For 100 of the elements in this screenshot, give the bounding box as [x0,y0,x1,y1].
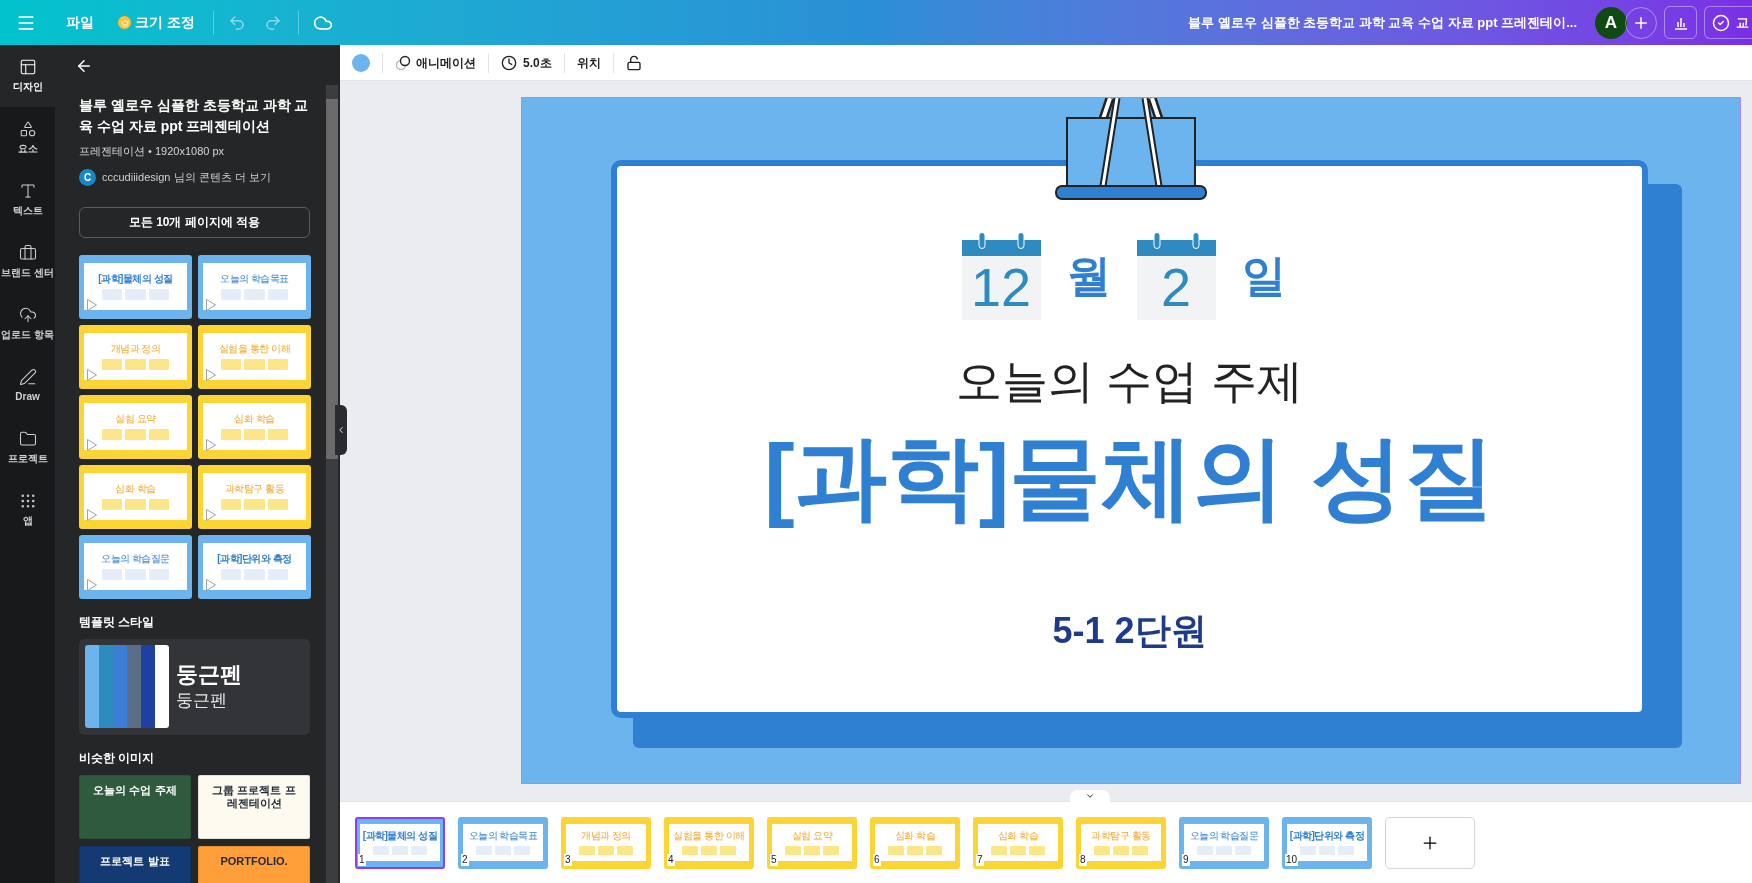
chevron-left-icon [336,425,346,435]
play-icon [87,578,97,591]
folder-icon [18,430,37,448]
page-thumbnail[interactable]: [과학]물체의 성질 [79,254,192,319]
shapes-icon [18,120,37,138]
thumbnail-title: 오늘의 수업 주제 [92,783,178,797]
animation-icon [395,54,411,71]
template-title: 블루 옐로우 심플한 초등학교 과학 교육 수업 자료 ppt 프레젠테이션 [79,96,310,136]
slide-unit: 5-1 2단원 [1052,609,1207,653]
resize-button[interactable]: 크기 조정 [118,12,195,33]
cloud-upload-icon [18,306,37,324]
play-icon [87,298,97,311]
thumbnail-title: 프로젝트 발표 [99,854,171,868]
analytics-button[interactable] [1664,6,1697,39]
chevron-down-icon [1085,791,1095,801]
duration-button[interactable]: 5.0초 [501,53,552,72]
animation-button[interactable]: 애니메이션 [395,53,476,72]
slide[interactable]: 12 월 2 일 오늘의 수업 주제 [과학]물체의 성질 5-1 2단원 [522,98,1740,783]
page-thumbnail[interactable]: [과학]단위와 측정 [198,534,311,599]
thumbnail-title: 심화 학습 [234,413,275,426]
day-number: 2 [1160,258,1191,318]
slide-title: [과학]물체의 성질 [764,425,1495,530]
template-thumbnail[interactable]: 오늘의 수업 주제 [79,774,191,839]
share-button[interactable]: 교 [1704,6,1752,39]
position-button[interactable]: 위치 [576,53,601,72]
thumbnail-title: 실험 요약 [791,830,833,843]
section-heading: 템플릿 스타일 [79,613,156,631]
thumbnail-title: 과학탐구 활동 [224,483,285,496]
thumbnail-title: 심화 학습 [997,830,1039,843]
page-number: 9 [1182,853,1190,866]
clock-icon [501,54,517,71]
thumbnail-title: 과학탐구 활동 [1091,830,1151,843]
page-thumbnail[interactable]: 오늘의 학습질문 [79,534,192,599]
thumbnail-title: 오늘의 학습목표 [220,273,289,286]
thumbnail-title: 실험을 통한 이해 [673,830,745,843]
thumbnail-title: 실험을 통한 이해 [218,343,291,356]
template-thumbnail[interactable]: PORTFOLIO. [198,845,310,883]
page-number: 6 [873,853,881,866]
slide-subtitle: 오늘의 수업 주제 [955,358,1304,404]
template-thumbnail[interactable]: 그룹 프로젝트 프레젠테이션 [198,774,310,839]
thumbnail-title: PORTFOLIO. [219,854,289,868]
play-icon [206,368,216,381]
layout-icon [18,58,37,76]
font-sample: 둥근펜 [176,660,242,689]
thumbnail-title: 개념과 정의 [581,830,631,843]
page-number: 2 [461,853,469,866]
color-swatch-button[interactable] [352,53,370,72]
author-link[interactable]: cccudiiidesign 님의 콘텐츠 더 보기 [102,168,271,186]
thumbnail-title: [과학]단위와 측정 [217,553,292,566]
page-number: 7 [976,853,984,866]
play-icon [87,508,97,521]
sidebar-tab[interactable]: 프로젝트 [0,417,55,479]
page-number: 4 [667,853,675,866]
apply-button[interactable]: 모든 10개 페이지에 적용 [79,206,310,238]
sidebar-tab[interactable]: 업로드 항목 [0,293,55,355]
play-icon [87,368,97,381]
thumbnail-title: [과학]물체의 성질 [362,830,438,843]
thumbnail-title: 오늘의 학습질문 [101,553,170,566]
add-page-button[interactable] [1385,816,1475,869]
page-number: 8 [1079,853,1087,866]
font-sample: 둥근펜 [176,689,228,712]
sidebar-tab[interactable]: 요소 [0,107,55,169]
sidebar-tab[interactable]: 브랜드 센터 [0,231,55,293]
collapse-handle[interactable] [335,405,347,455]
template-meta: 프레젠테이션 • 1920x1080 px [79,144,226,159]
sidebar-tab[interactable]: 텍스트 [0,169,55,231]
thumbnail-title: [과학]물체의 성질 [98,273,173,286]
lock-icon[interactable] [625,54,642,71]
collapse-tab[interactable] [1070,790,1110,802]
template-thumbnail[interactable]: 프로젝트 발표 [79,845,191,883]
document-title[interactable]: 블루 옐로우 심플한 초등학교 과학 교육 수업 자료 ppt 프레젠테이... [1188,12,1577,33]
play-icon [206,298,216,311]
text-icon [18,182,37,200]
author-avatar: C [79,168,96,186]
page-number: 5 [770,853,778,866]
thumbnail-title: [과학]단위와 측정 [1289,830,1365,843]
month-label: 월 [1065,250,1112,302]
play-icon [87,438,97,451]
avatar[interactable]: A [1595,6,1627,39]
sidebar-tab[interactable]: Draw [0,355,55,417]
thumbnail-title: 실험 요약 [115,413,156,426]
back-icon[interactable] [75,57,93,75]
grid-icon [18,492,37,510]
style-card[interactable]: 둥근펜 둥근펜 [79,638,310,735]
page-thumbnail[interactable]: 오늘의 학습목표 [198,254,311,319]
page-number: 1 [358,853,366,866]
thumbnail-title: 그룹 프로젝트 프레젠테이션 [211,783,297,810]
crown-icon [118,16,131,29]
briefcase-icon [18,244,37,262]
sidebar-tab[interactable]: 앱 [0,479,55,541]
section-heading: 비슷한 이미지 [79,749,156,767]
scrollbar-thumb[interactable] [326,99,338,459]
play-icon [206,578,216,591]
thumbnail-title: 오늘의 학습질문 [1189,830,1259,843]
month-number: 12 [970,258,1032,318]
play-icon [206,508,216,521]
thumbnail-title: 개념과 정의 [110,343,161,356]
sidebar-tab[interactable]: 디자인 [0,45,55,107]
check-circle-icon [1712,13,1730,32]
thumbnail-title: 심화 학습 [894,830,936,843]
